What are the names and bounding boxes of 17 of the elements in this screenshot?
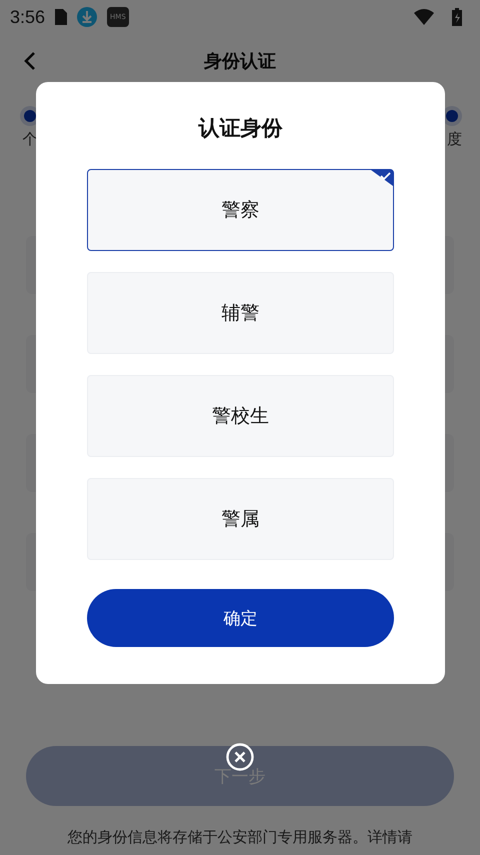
step-label: 度: [447, 130, 462, 149]
option-button[interactable]: 警校生: [87, 375, 394, 457]
status-time: 3:56: [10, 6, 46, 28]
battery-icon: [452, 8, 462, 26]
dialog-title: 认证身份: [198, 115, 282, 142]
option-button[interactable]: 警察: [87, 169, 394, 251]
sim-card-icon: [55, 9, 68, 25]
option-button[interactable]: 警属: [87, 478, 394, 560]
download-icon: [77, 7, 98, 27]
check-icon: [371, 170, 393, 186]
wifi-icon: [414, 9, 434, 25]
option-button[interactable]: 辅警: [87, 272, 394, 354]
step-label: 个: [22, 130, 38, 149]
confirm-button[interactable]: 确定: [87, 589, 394, 647]
back-icon[interactable]: [24, 51, 36, 71]
footer-note: 您的身份信息将存储于公安部门专用服务器。详情请: [66, 828, 414, 847]
page-title: 身份认证: [204, 50, 276, 73]
